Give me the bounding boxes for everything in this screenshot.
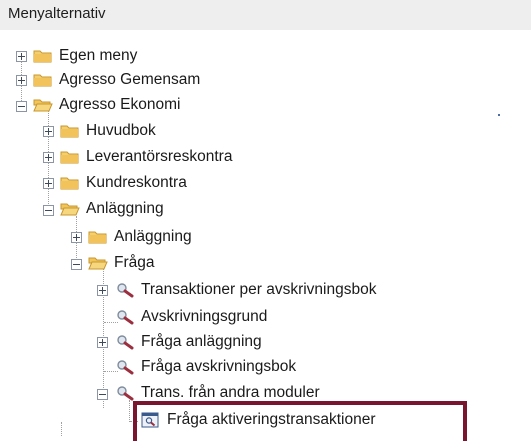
tree-item-label: Anläggning bbox=[114, 228, 192, 245]
search-query-icon bbox=[115, 385, 135, 401]
tree-item-label: Egen meny bbox=[59, 47, 138, 64]
tree-item-fraga-avskrivningsbok[interactable]: Fråga avskrivningsbok bbox=[115, 354, 296, 380]
tree-item-anlaggning[interactable]: Anläggning bbox=[60, 196, 164, 222]
tree-item-label: Leverantörsreskontra bbox=[86, 148, 233, 165]
expand-plus-icon[interactable] bbox=[16, 51, 27, 62]
search-query-icon bbox=[115, 359, 135, 375]
tree-line bbox=[61, 422, 62, 436]
folder-icon bbox=[60, 175, 80, 191]
tree-item-kundreskontra[interactable]: Kundreskontra bbox=[60, 170, 187, 196]
tree-item-label: Transaktioner per avskrivningsbok bbox=[141, 281, 377, 298]
expand-plus-icon[interactable] bbox=[43, 152, 54, 163]
tree-item-label: Kundreskontra bbox=[86, 174, 187, 191]
tree-item-label: Fråga avskrivningsbok bbox=[141, 358, 297, 375]
tree-item-label: Huvudbok bbox=[86, 122, 156, 139]
tree-item-egen-meny[interactable]: Egen meny bbox=[33, 43, 137, 69]
tree-item-label: Agresso Ekonomi bbox=[59, 96, 181, 113]
highlight-box bbox=[133, 401, 467, 441]
tree-item-fraga-anlaggning[interactable]: Fråga anläggning bbox=[115, 329, 262, 355]
search-query-icon bbox=[115, 309, 135, 325]
folder-icon bbox=[33, 72, 53, 88]
tree-item-fraga[interactable]: Fråga bbox=[88, 250, 155, 276]
tree-item-label: Trans. från andra moduler bbox=[141, 384, 320, 401]
search-query-icon bbox=[115, 282, 135, 298]
folder-icon bbox=[33, 48, 53, 64]
tree-item-label: Agresso Gemensam bbox=[59, 71, 201, 88]
menu-tree: Egen meny Agresso Gemensam Agresso Ekono… bbox=[0, 0, 531, 441]
search-query-icon bbox=[115, 334, 135, 350]
collapse-minus-icon[interactable] bbox=[16, 101, 27, 112]
folder-open-icon bbox=[60, 201, 80, 217]
tree-item-label: Avskrivningsgrund bbox=[141, 308, 268, 325]
tree-item-avskrivningsgrund[interactable]: Avskrivningsgrund bbox=[115, 304, 267, 330]
tree-item-agresso-gemensam[interactable]: Agresso Gemensam bbox=[33, 67, 200, 93]
tree-item-leverantorsreskontra[interactable]: Leverantörsreskontra bbox=[60, 144, 232, 170]
expand-plus-icon[interactable] bbox=[97, 337, 108, 348]
folder-icon bbox=[88, 229, 108, 245]
stray-dot bbox=[498, 114, 500, 116]
folder-open-icon bbox=[88, 255, 108, 271]
tree-item-label: Fråga bbox=[114, 254, 155, 271]
tree-item-label: Anläggning bbox=[86, 200, 164, 217]
expand-plus-icon[interactable] bbox=[43, 126, 54, 137]
folder-open-icon bbox=[33, 97, 53, 113]
tree-item-label: Fråga anläggning bbox=[141, 333, 262, 350]
tree-item-anlaggning-sub[interactable]: Anläggning bbox=[88, 224, 192, 250]
collapse-minus-icon[interactable] bbox=[43, 205, 54, 216]
tree-item-agresso-ekonomi[interactable]: Agresso Ekonomi bbox=[33, 92, 180, 118]
folder-icon bbox=[60, 149, 80, 165]
folder-icon bbox=[60, 123, 80, 139]
collapse-minus-icon[interactable] bbox=[71, 259, 82, 270]
expand-plus-icon[interactable] bbox=[43, 178, 54, 189]
expand-plus-icon[interactable] bbox=[97, 285, 108, 296]
expand-plus-icon[interactable] bbox=[16, 75, 27, 86]
collapse-minus-icon[interactable] bbox=[97, 389, 108, 400]
expand-plus-icon[interactable] bbox=[71, 232, 82, 243]
tree-item-transaktioner-per-avskrivningsbok[interactable]: Transaktioner per avskrivningsbok bbox=[115, 277, 376, 303]
tree-item-huvudbok[interactable]: Huvudbok bbox=[60, 118, 156, 144]
